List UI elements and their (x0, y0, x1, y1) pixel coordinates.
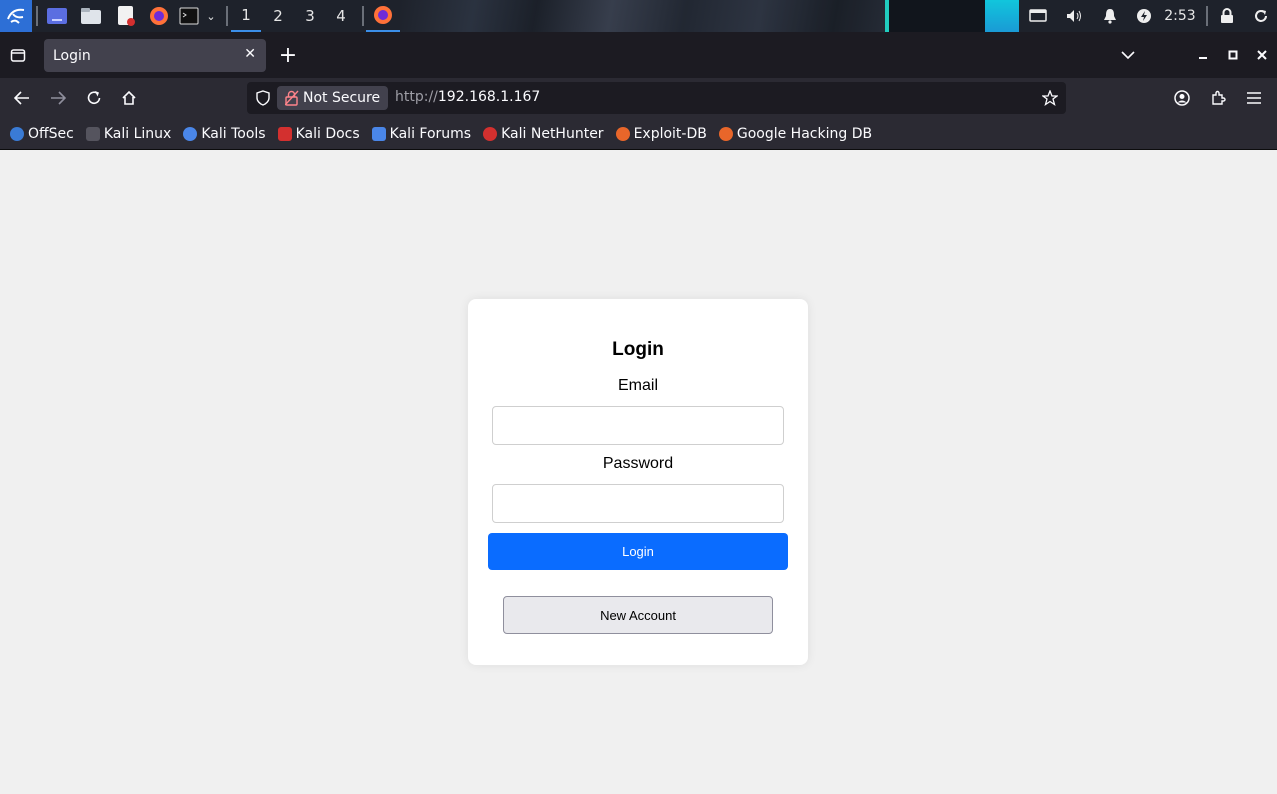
refresh-icon[interactable] (1248, 0, 1274, 32)
workspace-2[interactable]: 2 (263, 0, 293, 32)
url-scheme: http:// (395, 89, 438, 105)
kali-tools-icon (183, 126, 198, 141)
bookmark-kali-nethunter[interactable]: Kali NetHunter (483, 126, 604, 142)
page-content: Login Email Password Login New Account (0, 150, 1277, 794)
desktop-taskbar: ⌄ 1 2 3 4 2:53 (0, 0, 1277, 32)
tab-close-icon[interactable]: ✕ (244, 46, 256, 62)
workspace-3[interactable]: 3 (295, 0, 325, 32)
taskbar-wallpaper (400, 0, 1020, 32)
bookmark-kali-docs[interactable]: Kali Docs (277, 126, 360, 142)
password-field[interactable] (492, 484, 784, 523)
desktop-icon[interactable] (45, 0, 69, 32)
bookmark-kali-tools[interactable]: Kali Tools (183, 126, 266, 142)
firefox-window-icon[interactable] (366, 0, 400, 32)
url-host: 192.168.1.167 (437, 89, 541, 105)
text-editor-icon[interactable] (114, 0, 138, 32)
workspace-1[interactable]: 1 (231, 0, 261, 32)
maximize-window-icon[interactable] (1217, 35, 1249, 75)
not-secure-label: Not Secure (303, 90, 381, 106)
email-field[interactable] (492, 406, 784, 445)
account-icon[interactable] (1166, 78, 1198, 118)
bookmarks-toolbar: OffSec Kali Linux Kali Tools Kali Docs K… (0, 118, 1277, 150)
tab-login[interactable]: Login ✕ (44, 39, 266, 72)
back-arrow-icon[interactable] (6, 78, 38, 118)
kali-forums-icon (371, 126, 386, 141)
exploit-db-icon (615, 126, 630, 141)
url-bar[interactable]: Not Secure http://192.168.1.167 (247, 82, 1066, 114)
google-hacking-db-icon (718, 126, 733, 141)
bookmark-offsec[interactable]: OffSec (10, 126, 74, 142)
workspace-4[interactable]: 4 (326, 0, 356, 32)
minimize-window-icon[interactable] (1187, 35, 1219, 75)
kali-menu-icon[interactable] (0, 0, 32, 32)
insecure-lock-icon (285, 90, 299, 106)
close-window-icon[interactable] (1246, 35, 1277, 75)
file-manager-icon[interactable] (79, 0, 103, 32)
browser-tab-bar: Login ✕ + (0, 32, 1277, 78)
kali-dragon-icon (85, 126, 100, 141)
clock[interactable]: 2:53 (1162, 0, 1198, 32)
bookmark-google-hacking-db[interactable]: Google Hacking DB (718, 126, 872, 142)
password-label: Password (602, 455, 674, 472)
nethunter-icon (483, 126, 498, 141)
home-icon[interactable] (113, 78, 145, 118)
hamburger-menu-icon[interactable] (1238, 78, 1270, 118)
firefox-icon[interactable] (147, 0, 171, 32)
bookmark-kali-forums[interactable]: Kali Forums (371, 126, 471, 142)
lock-icon[interactable] (1215, 0, 1239, 32)
terminal-icon[interactable] (178, 0, 200, 32)
tracking-shield-icon[interactable] (247, 78, 279, 118)
login-card: Login Email Password Login New Account (468, 299, 808, 665)
not-secure-badge[interactable]: Not Secure (277, 86, 389, 110)
new-account-button[interactable]: New Account (503, 596, 773, 634)
power-icon[interactable] (1132, 0, 1156, 32)
bookmark-kali-linux[interactable]: Kali Linux (85, 126, 171, 142)
email-label: Email (617, 377, 658, 394)
bookmark-exploit-db[interactable]: Exploit-DB (615, 126, 707, 142)
offsec-icon (10, 126, 24, 141)
browser-nav-bar: Not Secure http://192.168.1.167 (0, 78, 1277, 118)
display-icon[interactable] (1026, 0, 1050, 32)
firefox-view-icon[interactable] (2, 35, 34, 75)
login-title: Login (612, 339, 664, 360)
extensions-icon[interactable] (1202, 78, 1234, 118)
forward-arrow-icon[interactable] (42, 78, 74, 118)
notification-bell-icon[interactable] (1098, 0, 1122, 32)
list-tabs-chevron-icon[interactable] (1112, 35, 1144, 75)
bookmark-star-icon[interactable] (1034, 78, 1066, 118)
url-text[interactable]: http://192.168.1.167 (395, 89, 540, 105)
volume-icon[interactable] (1062, 0, 1086, 32)
login-button[interactable]: Login (488, 533, 788, 570)
chevron-down-icon[interactable]: ⌄ (203, 0, 219, 32)
tab-title: Login (53, 47, 91, 64)
kali-docs-icon (277, 126, 292, 141)
reload-icon[interactable] (78, 78, 110, 118)
new-tab-icon[interactable]: + (272, 35, 304, 75)
